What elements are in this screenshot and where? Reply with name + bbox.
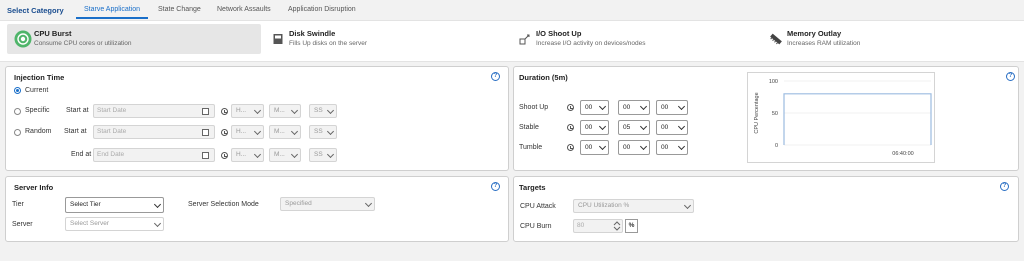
cpu-burn-stepper[interactable]	[613, 220, 621, 232]
targets-panel: Targets ? CPU Attack CPU Utilization % C…	[513, 176, 1019, 242]
radio-specific[interactable]	[14, 108, 21, 115]
series-line-0	[783, 93, 932, 145]
help-icon[interactable]: ?	[1000, 182, 1009, 191]
radio-current[interactable]	[14, 87, 21, 94]
duration-tumble-minutes[interactable]: 00	[618, 140, 650, 155]
cpu-burn-unit: %	[625, 219, 638, 233]
cpu-attack-select[interactable]: CPU Utilization %	[573, 199, 694, 213]
clock-icon	[567, 144, 574, 151]
category-bar: Select Category Starve Application State…	[0, 0, 1024, 20]
radio-current-label: Current	[25, 87, 49, 94]
category-title: Select Category	[7, 6, 64, 15]
tab-network-assaults[interactable]: Network Assaults	[217, 6, 271, 13]
panel-title: Targets	[519, 183, 546, 192]
panel-title: Server Info	[14, 183, 54, 192]
calendar-icon[interactable]	[202, 129, 209, 136]
start-at-label: Start at	[66, 107, 89, 114]
attack-title: CPU Burst	[34, 29, 72, 38]
cpu-attack-label: CPU Attack	[520, 203, 556, 210]
cpu-chart: 0 50 100 CPU Percentage 06:40:00	[747, 72, 935, 163]
attack-card-cpu-burst[interactable]: CPU Burst Consume CPU cores or utilizati…	[7, 24, 261, 54]
radio-specific-label: Specific	[25, 107, 50, 114]
duration-shoot-up-seconds[interactable]: 00	[656, 100, 688, 115]
duration-stable-hours[interactable]: 00	[580, 120, 609, 135]
cpu-icon	[14, 30, 32, 48]
duration-panel: Duration (5m) ? Shoot Up 00 00 00 Stable 00 05…	[513, 66, 1019, 171]
tier-select[interactable]: Select Tier	[65, 197, 164, 213]
injection-time-panel: Injection Time ? Current Specific Start …	[5, 66, 509, 171]
specific-start-second-select[interactable]: SS	[309, 104, 337, 118]
attack-card-disk-swindle[interactable]: Disk Swindle Fills Up disks on the serve…	[262, 24, 502, 54]
specific-start-minute-select[interactable]: M...	[269, 104, 301, 118]
random-start-second-select[interactable]: SS	[309, 125, 337, 139]
random-end-second-select[interactable]: SS	[309, 148, 337, 162]
clock-icon	[567, 124, 574, 131]
tier-label: Tier	[12, 201, 24, 208]
panel-title: Duration (5m)	[519, 73, 568, 82]
attack-title: I/O Shoot Up	[536, 29, 582, 38]
attack-card-memory-outlay[interactable]: Memory Outlay Increases RAM utilization	[760, 24, 1000, 54]
y-tick-label: 0	[775, 143, 778, 149]
specific-start-date-input[interactable]: Start Date	[93, 104, 215, 118]
io-icon	[516, 30, 534, 48]
clock-icon	[221, 152, 228, 159]
random-end-minute-select[interactable]: M...	[269, 148, 301, 162]
random-start-at-label: Start at	[64, 128, 87, 135]
duration-shoot-up-hours[interactable]: 00	[580, 100, 609, 115]
duration-shoot-up-label: Shoot Up	[519, 104, 549, 111]
clock-icon	[567, 104, 574, 111]
memory-icon	[767, 30, 785, 48]
cpu-chart-svg: 0 50 100 CPU Percentage 06:40:00	[754, 79, 932, 157]
attack-type-row: CPU Burst Consume CPU cores or utilizati…	[0, 20, 1024, 62]
disk-icon	[269, 30, 287, 48]
random-end-hour-select[interactable]: H...	[231, 148, 264, 162]
radio-random[interactable]	[14, 129, 21, 136]
clock-icon	[221, 129, 228, 136]
x-tick-label: 06:40:00	[892, 151, 913, 157]
end-at-label: End at	[71, 151, 92, 158]
random-start-date-input[interactable]: Start Date	[93, 125, 215, 139]
stepper-arrows-icon	[613, 221, 621, 231]
attack-title: Memory Outlay	[787, 29, 842, 38]
y-tick-label: 100	[769, 79, 778, 85]
panel-title: Injection Time	[14, 73, 65, 82]
attack-title: Disk Swindle	[289, 29, 336, 38]
duration-tumble-hours[interactable]: 00	[580, 140, 609, 155]
server-label: Server	[12, 221, 33, 228]
tab-state-change[interactable]: State Change	[158, 6, 201, 13]
y-tick-label: 50	[772, 111, 778, 117]
attack-card-io-shoot-up[interactable]: I/O Shoot Up Increase I/O activity on de…	[509, 24, 749, 54]
help-icon[interactable]: ?	[1006, 72, 1015, 81]
attack-description: Consume CPU cores or utilization	[34, 40, 132, 47]
specific-start-hour-select[interactable]: H...	[231, 104, 264, 118]
duration-stable-seconds[interactable]: 00	[656, 120, 688, 135]
radio-random-label: Random	[25, 128, 52, 135]
help-icon[interactable]: ?	[491, 182, 500, 191]
random-start-minute-select[interactable]: M...	[269, 125, 301, 139]
calendar-icon[interactable]	[202, 108, 209, 115]
duration-tumble-seconds[interactable]: 00	[656, 140, 688, 155]
duration-tumble-label: Tumble	[519, 144, 543, 151]
help-icon[interactable]: ?	[491, 72, 500, 81]
active-tab-indicator	[76, 17, 148, 19]
attack-description: Increase I/O activity on devices/nodes	[536, 40, 646, 47]
calendar-icon[interactable]	[202, 152, 209, 159]
attack-description: Fills Up disks on the server	[289, 40, 368, 47]
server-select[interactable]: Select Server	[65, 217, 164, 231]
server-info-panel: Server Info ? Tier Select Tier Server Se…	[5, 176, 509, 242]
random-start-hour-select[interactable]: H...	[231, 125, 264, 139]
attack-description: Increases RAM utilization	[787, 40, 861, 47]
duration-shoot-up-minutes[interactable]: 00	[618, 100, 650, 115]
server-selection-mode-select[interactable]: Specified	[280, 197, 375, 211]
server-selection-mode-label: Server Selection Mode	[188, 201, 259, 208]
y-axis-label: CPU Percentage	[754, 92, 760, 133]
clock-icon	[221, 108, 228, 115]
random-end-date-input[interactable]: End Date	[93, 148, 215, 162]
duration-stable-label: Stable	[519, 124, 539, 131]
tab-application-disruption[interactable]: Application Disruption	[288, 6, 356, 13]
duration-stable-minutes[interactable]: 05	[618, 120, 650, 135]
tab-starve-application[interactable]: Starve Application	[84, 6, 140, 13]
cpu-burn-label: CPU Burn	[520, 223, 552, 230]
